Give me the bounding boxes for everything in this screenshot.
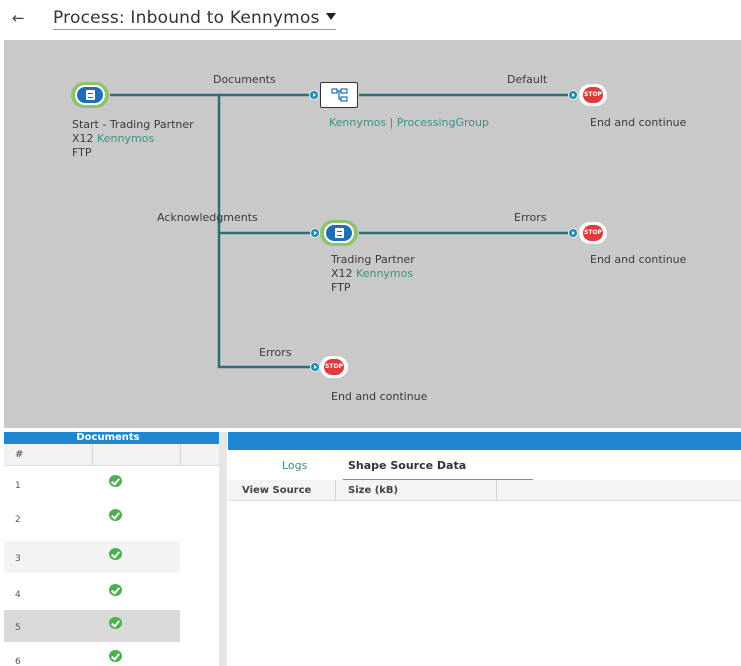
process-title-dropdown[interactable]: Process: Inbound to Kennymos xyxy=(53,8,336,30)
errors-top-path-label: Errors xyxy=(514,211,547,224)
check-circle-icon xyxy=(109,548,122,560)
acknowledgments-path-arrow-icon xyxy=(310,228,320,238)
column-divider[interactable] xyxy=(496,480,497,501)
end-continue-label-3: End and continue xyxy=(331,390,428,403)
row-number: 3 xyxy=(15,554,21,564)
trading-partner-x12: X12 xyxy=(331,267,353,280)
row-number: 1 xyxy=(15,481,21,491)
process-route-shape[interactable] xyxy=(320,82,358,108)
start-shape-inner xyxy=(75,85,105,105)
column-divider[interactable] xyxy=(335,480,336,501)
document-row[interactable]: 2 xyxy=(4,502,180,534)
process-title: Process: Inbound to Kennymos xyxy=(53,8,320,28)
caret-down-icon xyxy=(325,13,336,20)
check-circle-icon xyxy=(109,617,122,629)
connection-lines xyxy=(110,93,568,369)
document-row[interactable]: 3 xyxy=(4,541,180,573)
trading-partner-line2: X12 Kennymos xyxy=(331,267,413,280)
tab-logs[interactable]: Logs xyxy=(282,459,307,472)
start-line3: FTP xyxy=(72,146,92,159)
trading-partner-shape[interactable] xyxy=(320,220,358,246)
stop-icon: STOP xyxy=(583,225,603,241)
connector-icon xyxy=(86,90,95,100)
source-grid-header: View Source Size (kB) xyxy=(228,480,741,501)
trading-partner-shape-inner xyxy=(324,223,354,243)
row-number: 4 xyxy=(15,590,21,600)
connector-icon xyxy=(335,228,344,238)
number-column-header[interactable]: # xyxy=(15,449,23,460)
document-row[interactable]: 1 xyxy=(4,468,180,500)
header: ← Process: Inbound to Kennymos xyxy=(0,0,741,38)
stop-shape-2[interactable]: STOP xyxy=(579,222,607,244)
start-partner-link[interactable]: Kennymos xyxy=(97,132,154,145)
document-row[interactable]: 6 xyxy=(4,643,180,666)
check-circle-icon xyxy=(109,509,122,521)
document-row-selected[interactable]: 5 xyxy=(4,610,180,642)
default-path-arrow-icon xyxy=(568,90,578,100)
errors-bottom-path-arrow-icon xyxy=(310,362,320,372)
start-x12: X12 xyxy=(72,132,94,145)
acknowledgments-path-label: Acknowledgments xyxy=(157,211,258,224)
stop-icon: STOP xyxy=(324,359,344,375)
trading-partner-line3: FTP xyxy=(331,281,351,294)
stop-shape-1[interactable]: STOP xyxy=(579,84,607,106)
row-number: 2 xyxy=(15,515,21,525)
documents-panel: Documents # 1 2 3 4 5 6 xyxy=(4,432,219,666)
documents-column-headers: # xyxy=(4,444,219,466)
trading-partner-link[interactable]: Kennymos xyxy=(356,267,413,280)
check-circle-icon xyxy=(109,584,122,596)
column-divider[interactable] xyxy=(180,444,181,466)
documents-path-arrow-icon xyxy=(309,90,319,100)
check-circle-icon xyxy=(109,475,122,487)
errors-top-path-arrow-icon xyxy=(568,228,578,238)
tab-shape-source-data[interactable]: Shape Source Data xyxy=(348,459,466,472)
end-continue-label-1: End and continue xyxy=(590,116,687,129)
start-line1: Start - Trading Partner xyxy=(72,118,194,131)
documents-panel-header: Documents xyxy=(4,432,219,444)
documents-panel-title: Documents xyxy=(76,432,140,443)
start-shape[interactable] xyxy=(71,82,109,108)
route-icon xyxy=(331,88,348,102)
size-column-header[interactable]: Size (kB) xyxy=(348,485,398,496)
start-line2: X12 Kennymos xyxy=(72,132,154,145)
check-circle-icon xyxy=(109,650,122,662)
default-path-label: Default xyxy=(507,73,548,86)
row-number: 5 xyxy=(15,623,21,633)
column-divider[interactable] xyxy=(92,444,93,466)
details-tabs: Logs Shape Source Data xyxy=(228,450,741,480)
documents-path-label: Documents xyxy=(213,73,276,86)
trading-partner-line1: Trading Partner xyxy=(331,253,415,266)
back-arrow-icon[interactable]: ← xyxy=(12,9,25,27)
details-panel-header xyxy=(228,432,741,450)
panel-splitter[interactable] xyxy=(219,432,227,666)
stop-shape-3[interactable]: STOP xyxy=(320,356,348,378)
process-canvas[interactable]: Start - Trading Partner X12 Kennymos FTP… xyxy=(4,40,741,428)
stop-icon: STOP xyxy=(583,87,603,103)
errors-bottom-path-label: Errors xyxy=(259,346,292,359)
document-row[interactable]: 4 xyxy=(4,577,180,609)
row-number: 6 xyxy=(15,657,21,666)
details-panel: Logs Shape Source Data View Source Size … xyxy=(228,432,741,666)
end-continue-label-2: End and continue xyxy=(590,253,687,266)
view-source-column-header[interactable]: View Source xyxy=(242,485,311,496)
processing-group-link[interactable]: Kennymos | ProcessingGroup xyxy=(329,116,489,129)
